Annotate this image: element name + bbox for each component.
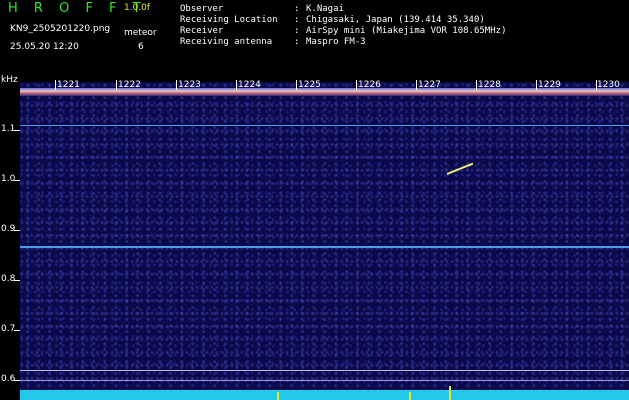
reference-line: [20, 370, 629, 371]
y-tick: [14, 180, 20, 181]
metadata-colon: :: [294, 37, 300, 47]
minute-label: 1229: [538, 80, 561, 90]
signal-spike: [449, 386, 451, 400]
minute-label: 1225: [298, 80, 321, 90]
minute-tick: [296, 80, 297, 90]
y-tick: [14, 330, 20, 331]
capture-datetime: 25.05.20 12:20: [10, 42, 79, 52]
reference-line: [20, 380, 629, 381]
minute-tick: [236, 80, 237, 90]
y-tick: [14, 130, 20, 131]
metadata-row-receiver: Receiver: AirSpy mini (Miakejima VOR 108.…: [180, 26, 506, 37]
minute-tick: [416, 80, 417, 90]
minute-tick: [176, 80, 177, 90]
station-metadata: Observer: K.Nagai Receiving Location: Chig…: [180, 4, 506, 48]
meteor-label: meteor: [124, 28, 157, 38]
minute-label: 1223: [178, 80, 201, 90]
minute-label: 1226: [358, 80, 381, 90]
minute-tick: [356, 80, 357, 90]
minute-label: 1230: [597, 80, 620, 90]
metadata-row-location: Receiving Location: Chigasaki, Japan (139…: [180, 15, 506, 26]
signal-spike: [277, 392, 279, 400]
y-axis-unit: kHz: [1, 75, 18, 85]
metadata-value: AirSpy mini (Miakejima VOR 108.65MHz): [306, 26, 507, 36]
carrier-line-main: [20, 246, 629, 248]
signal-spike: [409, 392, 411, 400]
spectrogram: [20, 82, 629, 400]
header-panel: H R O F F T 1.0.0f KN9_2505201220.png 25…: [0, 0, 629, 78]
metadata-colon: :: [294, 26, 300, 36]
y-tick-label: 1.0: [1, 174, 16, 184]
y-tick-label: 0.6: [1, 374, 16, 384]
meteor-count: 6: [138, 42, 144, 52]
metadata-colon: :: [294, 4, 300, 14]
app-version: 1.0.0f: [124, 3, 151, 13]
y-tick-label: 0.7: [1, 324, 16, 334]
metadata-key: Receiving antenna: [180, 37, 273, 47]
metadata-row-antenna: Receiving antenna: Maspro FM-3: [180, 37, 506, 48]
minute-tick: [536, 80, 537, 90]
metadata-value: K.Nagai: [306, 4, 344, 14]
minute-tick: [476, 80, 477, 90]
minute-label: 1222: [118, 80, 141, 90]
image-filename: KN9_2505201220.png: [10, 24, 111, 34]
metadata-key: Receiving Location: [180, 15, 278, 25]
metadata-value: Chigasaki, Japan (139.414 35.340): [306, 15, 485, 25]
minute-label: 1224: [238, 80, 261, 90]
metadata-key: Receiver: [180, 26, 224, 36]
y-tick-label: 0.8: [1, 274, 16, 284]
y-tick: [14, 380, 20, 381]
minute-tick: [116, 80, 117, 90]
metadata-key: Observer: [180, 4, 224, 14]
signal-floor: [20, 390, 629, 400]
metadata-colon: :: [294, 15, 300, 25]
y-tick: [14, 280, 20, 281]
minute-tick: [55, 80, 56, 90]
y-tick-label: 0.9: [1, 224, 16, 234]
minute-label: 1227: [418, 80, 441, 90]
carrier-line-upper: [20, 125, 629, 126]
minute-label: 1221: [57, 80, 80, 90]
minute-label: 1228: [478, 80, 501, 90]
metadata-row-observer: Observer: K.Nagai: [180, 4, 506, 15]
y-tick: [14, 230, 20, 231]
y-tick-label: 1.1: [1, 124, 16, 134]
metadata-value: Maspro FM-3: [306, 37, 366, 47]
